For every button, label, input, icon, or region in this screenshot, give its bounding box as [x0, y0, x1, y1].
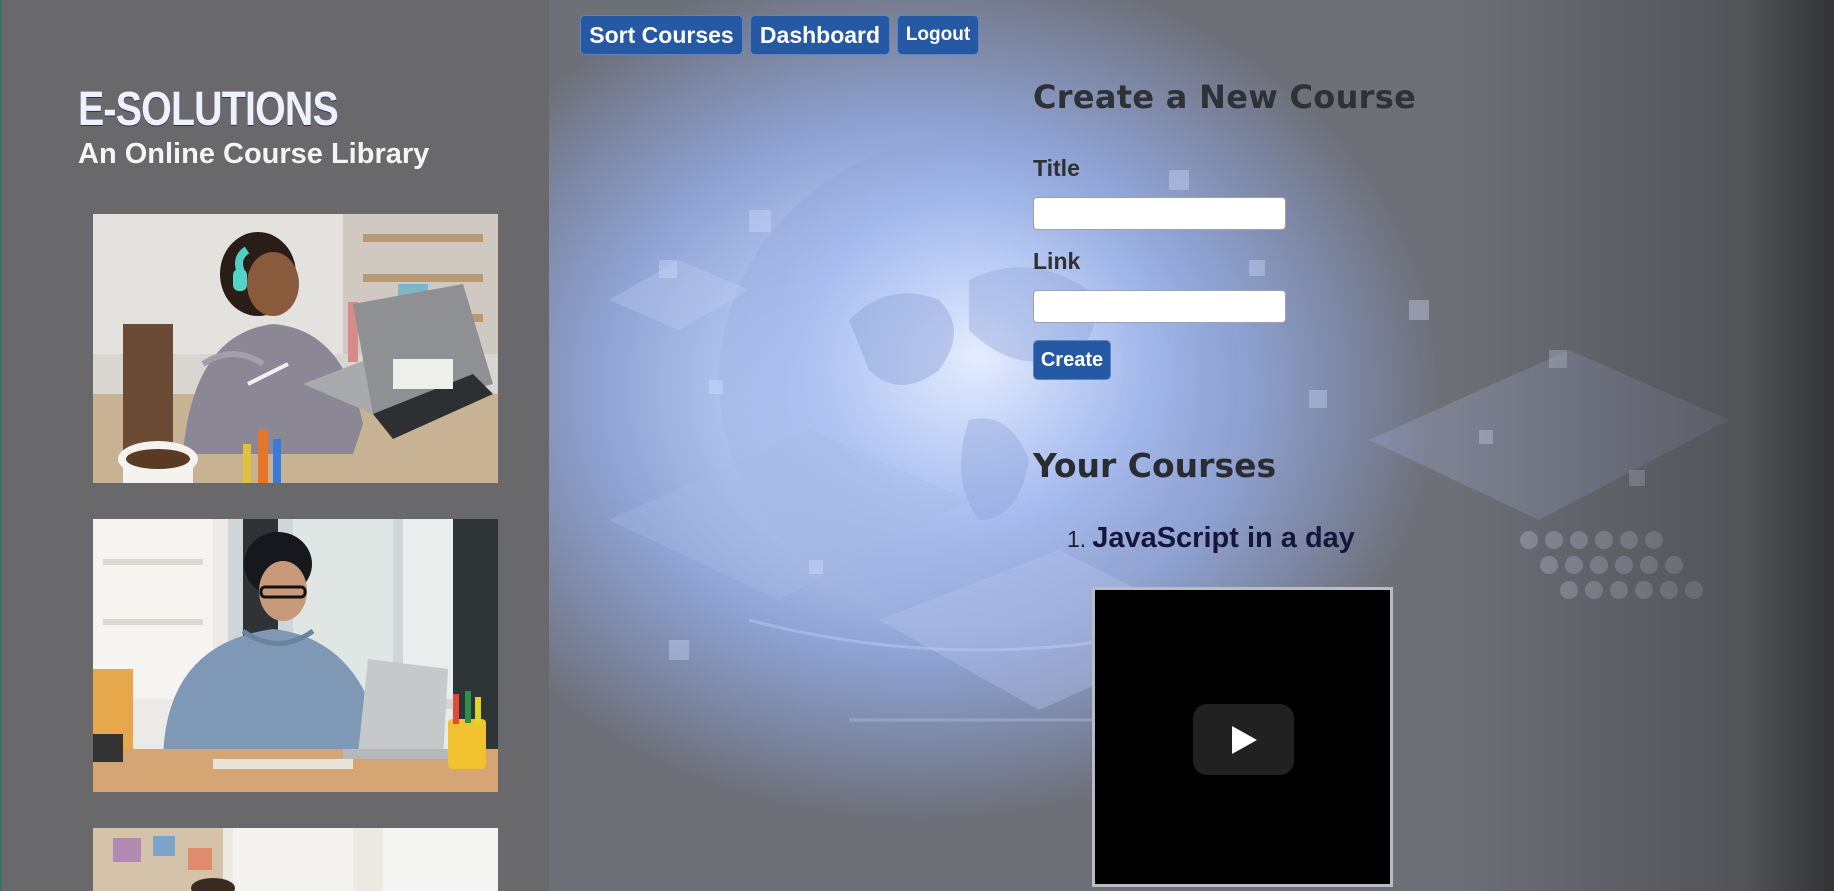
title-label: Title — [1033, 155, 1080, 181]
play-icon — [1231, 725, 1257, 754]
play-button[interactable] — [1193, 704, 1294, 775]
link-label: Link — [1033, 248, 1081, 274]
sidebar: E-SOLUTIONS An Online Course Library — [0, 0, 549, 891]
course-title[interactable]: JavaScript in a day — [1092, 522, 1355, 555]
student-photo-third — [93, 828, 498, 891]
course-list-item: 1. JavaScript in a day — [1067, 522, 1355, 555]
logout-button[interactable]: Logout — [897, 15, 979, 55]
title-input[interactable] — [1033, 197, 1286, 230]
dashboard-button[interactable]: Dashboard — [750, 15, 890, 55]
student-photo-girl-headphones — [93, 214, 498, 483]
course-video-player[interactable] — [1092, 587, 1393, 887]
link-input[interactable] — [1033, 290, 1286, 323]
brand-title: E-SOLUTIONS — [78, 83, 339, 136]
brand-subtitle: An Online Course Library — [78, 138, 430, 170]
top-nav: Sort Courses Dashboard Logout — [580, 15, 979, 55]
course-number: 1. — [1067, 526, 1087, 552]
create-button[interactable]: Create — [1033, 340, 1111, 380]
student-photo-boy-hoodie — [93, 519, 498, 792]
create-course-heading: Create a New Course — [1033, 78, 1417, 116]
sort-courses-button[interactable]: Sort Courses — [580, 15, 743, 55]
your-courses-heading: Your Courses — [1033, 446, 1277, 485]
